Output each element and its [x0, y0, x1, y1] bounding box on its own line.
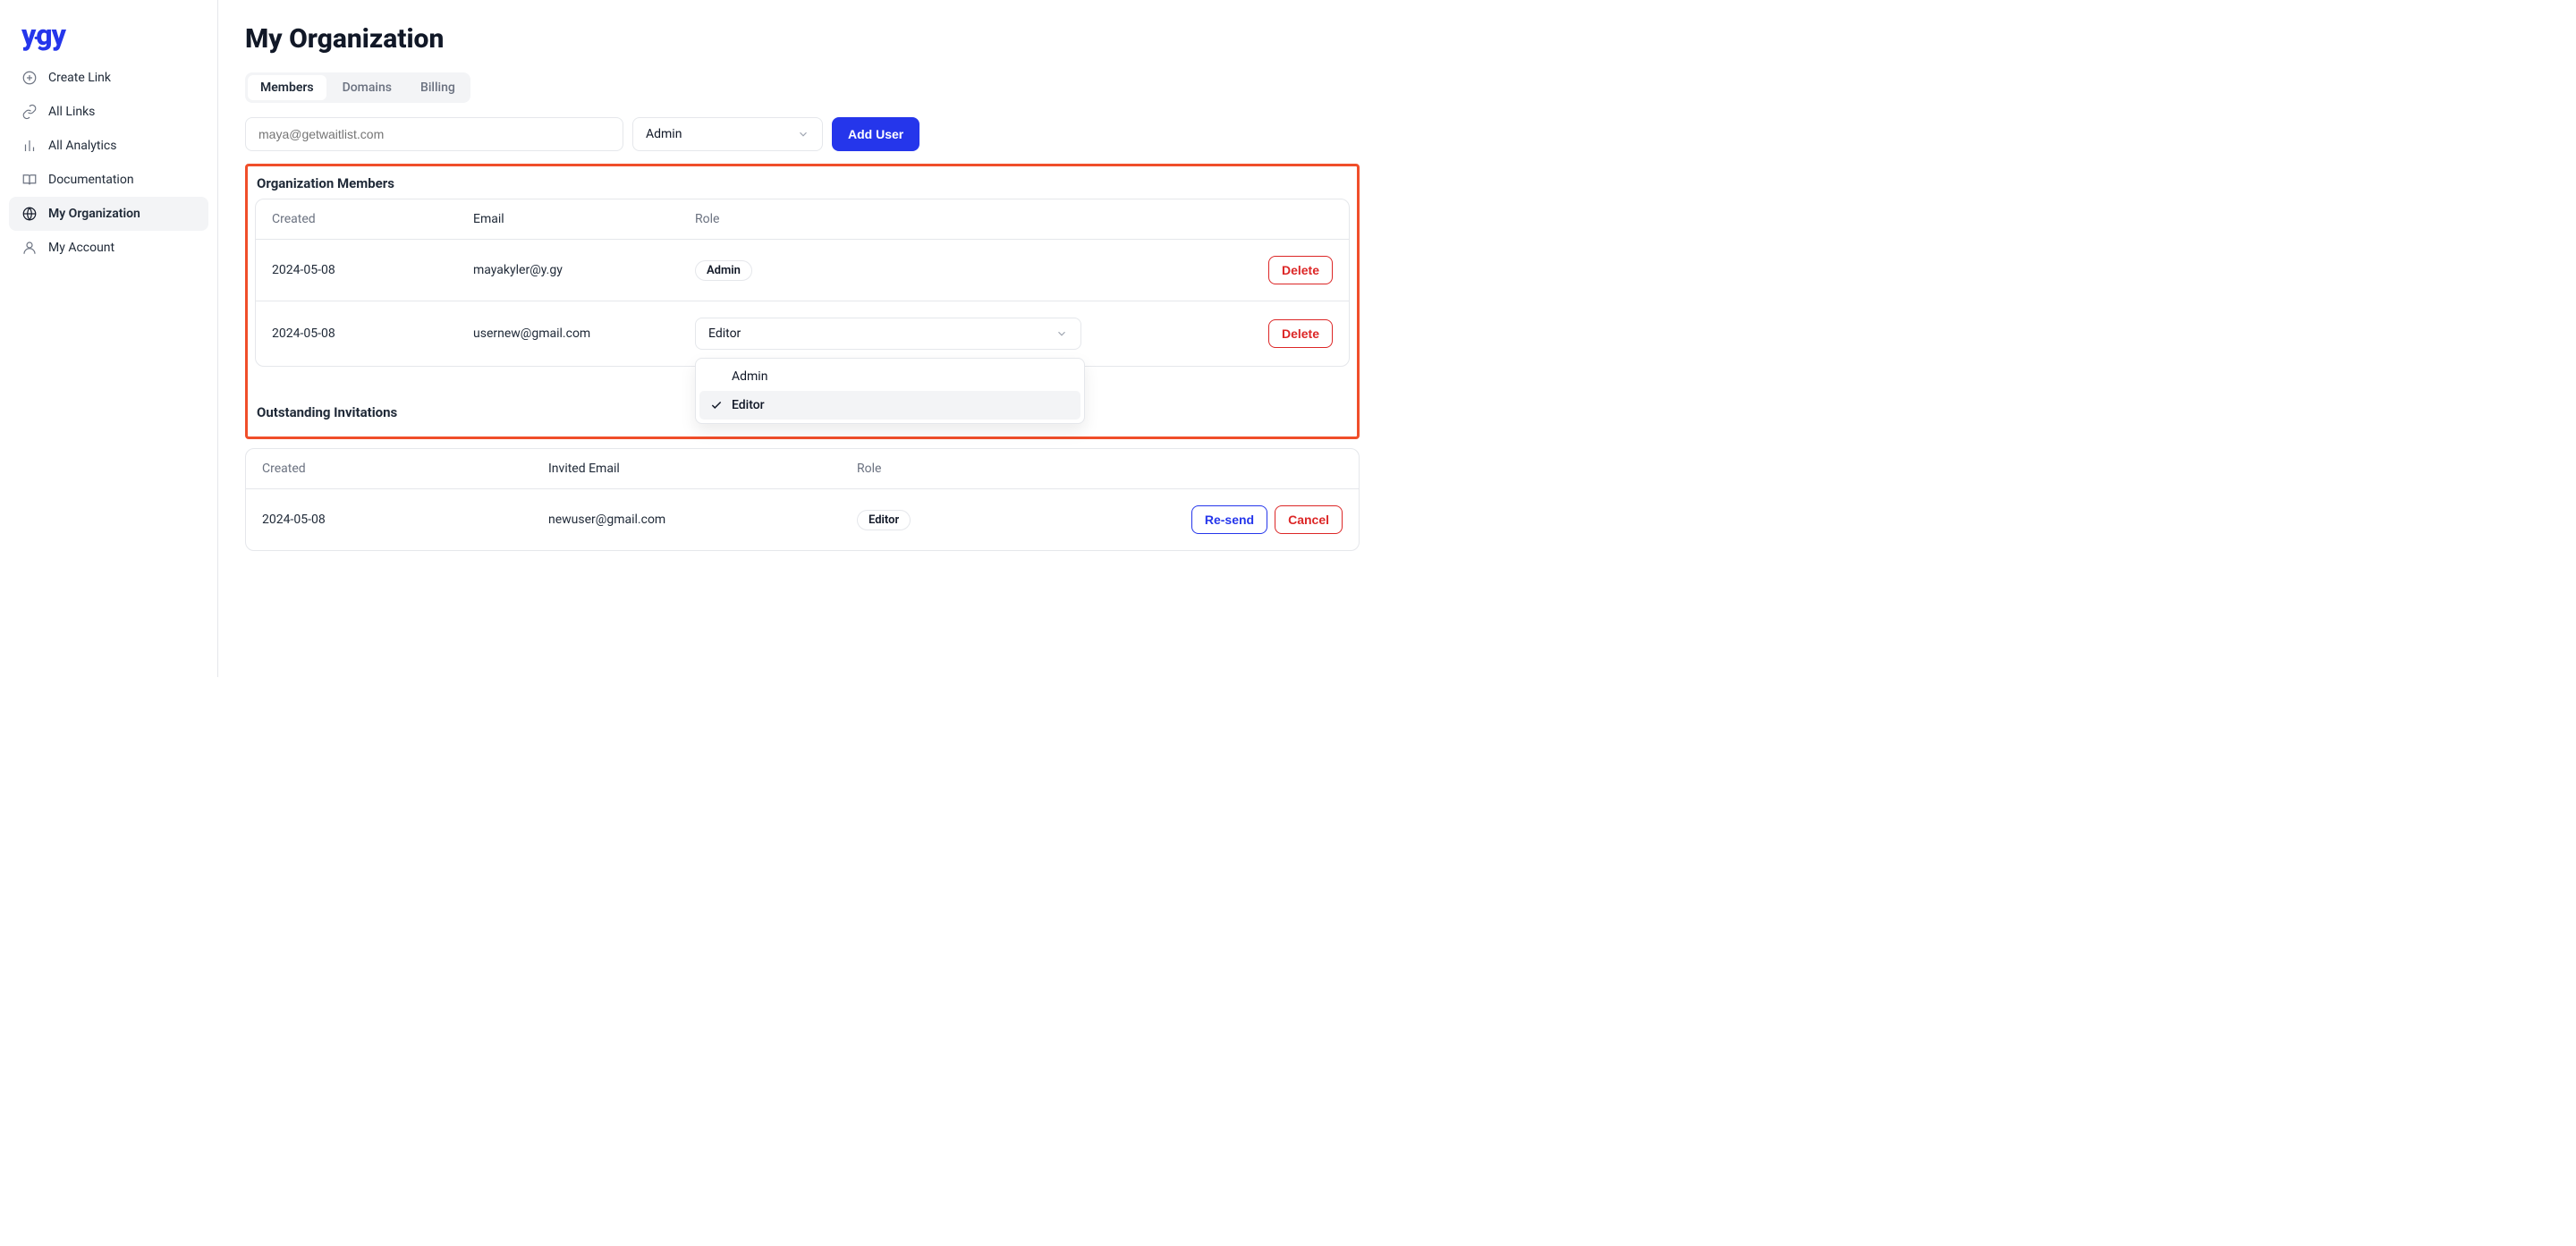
bar-chart-icon — [21, 138, 38, 154]
cell-email: mayakyler@y.gy — [473, 263, 695, 277]
logo-dot: . — [33, 22, 38, 44]
tab-members[interactable]: Members — [248, 75, 326, 100]
col-created: Created — [262, 462, 548, 476]
link-icon — [21, 104, 38, 120]
sidebar-item-label: My Organization — [48, 207, 140, 221]
highlight-box: Organization Members Created Email Role … — [245, 164, 1360, 439]
sidebar-item-label: My Account — [48, 241, 114, 255]
col-role: Role — [857, 462, 1343, 476]
cell-role: Editor — [695, 318, 1268, 350]
sidebar-item-create-link[interactable]: Create Link — [9, 61, 208, 95]
sidebar-item-all-links[interactable]: All Links — [9, 95, 208, 129]
page-title: My Organization — [245, 23, 1360, 55]
user-icon — [21, 240, 38, 256]
sidebar-item-my-organization[interactable]: My Organization — [9, 197, 208, 231]
app-logo[interactable]: y.gy — [9, 18, 208, 61]
sidebar-item-label: Create Link — [48, 71, 111, 85]
resend-button[interactable]: Re-send — [1191, 505, 1267, 534]
sidebar-item-label: Documentation — [48, 173, 134, 187]
delete-button[interactable]: Delete — [1268, 319, 1333, 348]
book-icon — [21, 172, 38, 188]
sidebar-item-documentation[interactable]: Documentation — [9, 163, 208, 197]
add-user-row: Admin Add User — [245, 117, 1360, 151]
col-email: Email — [473, 212, 695, 226]
col-role: Role — [695, 212, 1333, 226]
role-badge: Admin — [695, 260, 752, 281]
row-role-value: Editor — [708, 326, 741, 341]
tab-billing[interactable]: Billing — [408, 75, 468, 100]
dropdown-option-editor[interactable]: Editor — [699, 391, 1080, 420]
cell-created: 2024-05-08 — [272, 263, 473, 277]
sidebar-item-my-account[interactable]: My Account — [9, 231, 208, 265]
role-select-value: Admin — [646, 127, 682, 141]
member-row: 2024-05-08 mayakyler@y.gy Admin Delete — [256, 240, 1349, 301]
role-select[interactable]: Admin — [632, 117, 823, 151]
tab-bar: Members Domains Billing — [245, 72, 470, 103]
org-members-table: Created Email Role 2024-05-08 mayakyler@… — [255, 199, 1350, 367]
cell-email: newuser@gmail.com — [548, 513, 857, 527]
chevron-down-icon — [1055, 327, 1068, 340]
cell-role: Admin — [695, 260, 1268, 281]
sidebar-item-all-analytics[interactable]: All Analytics — [9, 129, 208, 163]
tab-domains[interactable]: Domains — [330, 75, 404, 100]
cell-role: Editor — [857, 510, 1191, 530]
delete-button[interactable]: Delete — [1268, 256, 1333, 284]
cancel-button[interactable]: Cancel — [1275, 505, 1343, 534]
sidebar: y.gy Create Link All Links All Analytics… — [0, 0, 218, 677]
cell-actions: Re-send Cancel — [1191, 505, 1343, 534]
plus-circle-icon — [21, 70, 38, 86]
check-icon — [710, 399, 723, 411]
org-members-title: Organization Members — [257, 175, 1350, 191]
email-input[interactable] — [245, 117, 623, 151]
cell-actions: Delete — [1268, 319, 1333, 348]
cell-created: 2024-05-08 — [262, 513, 548, 527]
main-content: My Organization Members Domains Billing … — [218, 0, 1386, 677]
col-created: Created — [272, 212, 473, 226]
logo-part2: gy — [36, 18, 65, 52]
role-badge: Editor — [857, 510, 911, 530]
invitations-section: Created Invited Email Role 2024-05-08 ne… — [245, 448, 1360, 551]
dropdown-option-label: Admin — [732, 369, 767, 384]
invitations-table: Created Invited Email Role 2024-05-08 ne… — [245, 448, 1360, 551]
member-row: 2024-05-08 usernew@gmail.com Editor Dele… — [256, 301, 1349, 366]
cell-actions: Delete — [1268, 256, 1333, 284]
table-header: Created Email Role — [256, 199, 1349, 240]
dropdown-option-label: Editor — [732, 398, 765, 412]
sidebar-item-label: All Analytics — [48, 139, 116, 153]
chevron-down-icon — [797, 128, 809, 140]
role-dropdown: Admin Editor — [695, 358, 1085, 424]
add-user-button[interactable]: Add User — [832, 117, 919, 151]
table-header: Created Invited Email Role — [246, 449, 1359, 489]
cell-email: usernew@gmail.com — [473, 326, 695, 341]
dropdown-option-admin[interactable]: Admin — [699, 362, 1080, 391]
invitation-row: 2024-05-08 newuser@gmail.com Editor Re-s… — [246, 489, 1359, 550]
row-role-select[interactable]: Editor — [695, 318, 1081, 350]
col-email: Invited Email — [548, 462, 857, 476]
sidebar-item-label: All Links — [48, 105, 95, 119]
cell-created: 2024-05-08 — [272, 326, 473, 341]
globe-icon — [21, 206, 38, 222]
